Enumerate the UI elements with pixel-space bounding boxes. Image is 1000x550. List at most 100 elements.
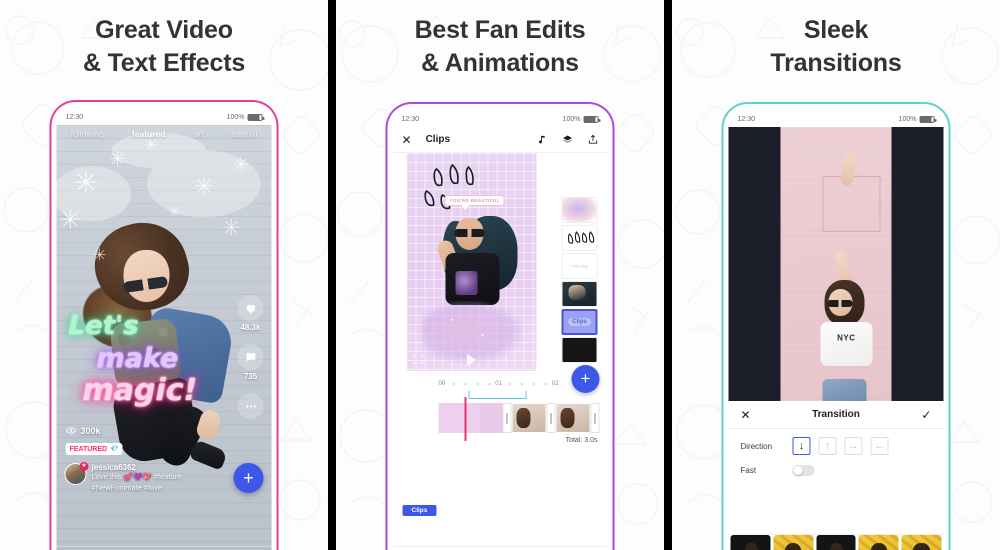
filmstrip[interactable] — [728, 534, 944, 550]
verified-star-icon: ★ — [79, 462, 89, 471]
filmstrip-frame[interactable] — [901, 535, 942, 550]
post-caption: ★ jessica6362 Love this 💕💜💖 #feature #Ne… — [64, 462, 226, 493]
ruler-mark-00: 00 — [438, 381, 446, 387]
timeline-clip-thumbnail[interactable] — [555, 403, 591, 433]
battery-icon — [247, 113, 265, 121]
direction-up-button[interactable]: ↑ — [818, 437, 837, 455]
headline-line-2: & Animations — [421, 49, 579, 77]
brow-doodle-layer — [424, 163, 474, 210]
post-username[interactable]: jessica6362 — [92, 463, 182, 472]
direction-down-button[interactable]: ↓ — [792, 437, 811, 455]
neon-text-line-2: make — [96, 343, 179, 374]
filmstrip-frame[interactable] — [858, 535, 899, 550]
status-time: 12:30 — [737, 115, 756, 123]
filmstrip-frame[interactable] — [773, 535, 814, 550]
layer-item[interactable] — [561, 337, 598, 363]
direction-left-button[interactable]: ← — [870, 437, 889, 455]
layer-item[interactable] — [561, 281, 598, 307]
filmstrip-frame[interactable] — [816, 535, 856, 550]
editor-canvas-area: YOU'RE BEAUTIFUL YOU'RE Clips + — [393, 153, 608, 393]
timeline-clip[interactable] — [438, 403, 480, 433]
like-button[interactable] — [237, 295, 264, 321]
transition-panel-header: ✕ Transition ✓ — [728, 401, 944, 429]
headline-line-1: Great Video — [95, 16, 233, 44]
transition-close-button[interactable]: ✕ — [741, 408, 751, 422]
gem-icon: 💎 — [110, 446, 119, 453]
feature-panel-fan-edits: Best Fan Edits & Animations 12:30 100% ✕… — [336, 0, 664, 550]
view-count-row: 300k — [65, 425, 101, 436]
ruler-tick — [532, 383, 535, 385]
featured-badge-label: FEATURED — [69, 445, 108, 453]
trim-handle[interactable] — [502, 403, 512, 433]
layer-item-clips[interactable]: Clips — [561, 309, 598, 335]
timeline-clip[interactable] — [479, 403, 503, 433]
trim-handle[interactable] — [546, 403, 556, 433]
comment-button[interactable] — [237, 344, 264, 370]
caption-line-2: #NewFunimate #love — [91, 482, 162, 492]
more-options-button[interactable] — [237, 393, 264, 419]
timeline[interactable]: 00 01 02 Total: 3.0s Clips — [392, 377, 608, 546]
phone-mockup-transition: 12:30 100% NYC ✕ Transition ✓ Direction … — [721, 102, 951, 550]
fast-toggle[interactable] — [792, 465, 815, 476]
direction-right-button[interactable]: → — [844, 437, 863, 455]
layer-photo-thumb — [568, 285, 586, 300]
video-feed[interactable]: following featured art tutorial Let's ma… — [56, 125, 272, 550]
filmstrip-frame[interactable] — [730, 535, 771, 550]
avatar[interactable]: ★ — [64, 462, 89, 485]
brow-layer-thumb — [567, 231, 595, 244]
share-button[interactable] — [588, 134, 599, 145]
editor-bottom-toolbar[interactable] — [392, 546, 608, 550]
playhead[interactable] — [464, 397, 466, 441]
feed-tab-bar[interactable]: following featured art tutorial — [57, 129, 272, 139]
phone-mockup-feed: 12:30 100% following featured art tutori… — [49, 100, 279, 550]
layer-item[interactable] — [561, 197, 598, 223]
direction-label: Direction — [740, 441, 773, 451]
ruler-tick — [520, 383, 523, 385]
neon-text-line-1: Let's — [68, 311, 139, 341]
clips-tab-tag[interactable]: Clips — [402, 505, 437, 516]
panel-divider-1 — [328, 0, 336, 550]
bottom-navigation-bar[interactable] — [56, 546, 272, 550]
feed-tab-featured[interactable]: featured — [132, 129, 166, 139]
play-icon[interactable] — [467, 354, 476, 366]
layers-button[interactable] — [562, 134, 574, 146]
fast-row: Fast — [729, 455, 944, 476]
feed-tab-following[interactable]: following — [71, 129, 104, 139]
transition-confirm-button[interactable]: ✓ — [921, 408, 931, 422]
close-button[interactable]: ✕ — [402, 133, 412, 147]
headline-line-1: Best Fan Edits — [414, 16, 586, 44]
transition-preview[interactable] — [728, 127, 944, 401]
total-duration-label: Total: 3.0s — [565, 437, 598, 444]
preview-wall-frame — [822, 176, 881, 233]
layer-panel[interactable]: YOU'RE Clips — [561, 197, 598, 363]
preview-subject-shirt — [820, 321, 873, 366]
panel-headline: Sleek Transitions — [672, 0, 1000, 80]
phone-screen: 12:30 100% ✕ Clips YOU'RE BEAUTIFUL YOU'… — [392, 111, 608, 550]
feed-tab-tutorial[interactable]: tutorial — [232, 129, 258, 139]
featured-badge: FEATURED 💎 — [65, 443, 123, 455]
feature-panel-transitions: Sleek Transitions 12:30 100% NYC ✕ Trans… — [672, 0, 1000, 550]
sticker-text[interactable]: YOU'RE BEAUTIFUL — [444, 195, 505, 210]
canvas-subject-glasses — [454, 229, 485, 238]
editor-canvas[interactable]: YOU'RE BEAUTIFUL — [406, 153, 537, 371]
timeline-selection-bracket[interactable] — [468, 391, 527, 399]
preview-backdrop — [780, 127, 892, 401]
timeline-clip-thumbnail[interactable] — [511, 403, 547, 433]
crop-icon[interactable] — [413, 354, 424, 365]
add-layer-button[interactable]: + — [571, 365, 600, 393]
heart-icon — [246, 304, 255, 313]
trim-handle[interactable] — [590, 403, 600, 433]
layer-item[interactable] — [561, 225, 598, 251]
ruler-mark-01: 01 — [495, 381, 502, 387]
layers-icon — [563, 135, 572, 143]
neon-text-line-3: magic! — [82, 373, 198, 408]
status-bar: 12:30 100% — [392, 111, 608, 127]
more-dots-icon — [245, 404, 256, 408]
feed-tab-art[interactable]: art — [194, 129, 204, 139]
ruler-tick — [476, 383, 479, 385]
layer-item[interactable]: YOU'RE — [561, 253, 598, 279]
status-right: 100% — [563, 115, 601, 123]
timeline-track[interactable] — [438, 403, 600, 433]
create-post-button[interactable]: + — [233, 463, 264, 493]
music-button[interactable] — [537, 134, 548, 145]
